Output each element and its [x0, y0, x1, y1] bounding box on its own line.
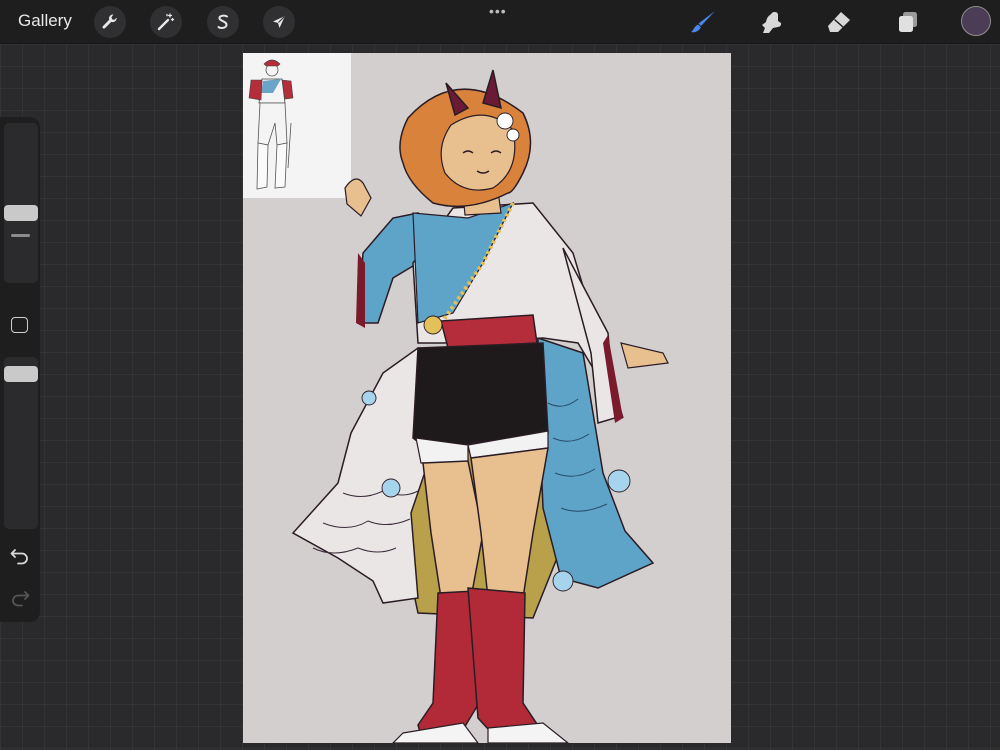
selection-s-icon [217, 14, 228, 29]
brush-icon [691, 11, 715, 33]
layers-button[interactable] [890, 6, 924, 38]
undo-button[interactable] [9, 545, 31, 570]
left-sidebar [0, 117, 40, 622]
redo-button[interactable] [9, 587, 31, 612]
opacity-thumb[interactable] [4, 366, 38, 382]
selection-button[interactable] [207, 6, 239, 38]
brush-tool-button[interactable] [686, 6, 720, 38]
gallery-button[interactable]: Gallery [18, 11, 72, 31]
top-toolbar: Gallery ••• [0, 0, 1000, 44]
actions-button[interactable] [94, 6, 126, 38]
drawing-canvas[interactable] [243, 53, 731, 743]
layers-icon [899, 12, 917, 32]
modify-button[interactable] [11, 317, 28, 333]
color-picker-button[interactable] [961, 6, 991, 36]
magic-wand-icon [157, 13, 175, 31]
wrench-icon [102, 14, 117, 29]
eraser-tool-button[interactable] [822, 6, 856, 38]
eraser-icon [828, 12, 850, 32]
brush-size-slider[interactable] [4, 123, 38, 283]
adjustments-button[interactable] [150, 6, 182, 38]
brush-size-thumb[interactable] [4, 205, 38, 221]
undo-icon [10, 549, 28, 565]
smudge-tool-button[interactable] [754, 6, 788, 38]
smudge-icon [762, 12, 782, 33]
more-menu-button[interactable]: ••• [489, 3, 507, 19]
slider-divider [11, 234, 30, 237]
arrow-cursor-icon [273, 16, 285, 28]
redo-icon [12, 591, 30, 607]
opacity-slider[interactable] [4, 357, 38, 529]
transform-button[interactable] [263, 6, 295, 38]
character-artwork [291, 69, 669, 743]
